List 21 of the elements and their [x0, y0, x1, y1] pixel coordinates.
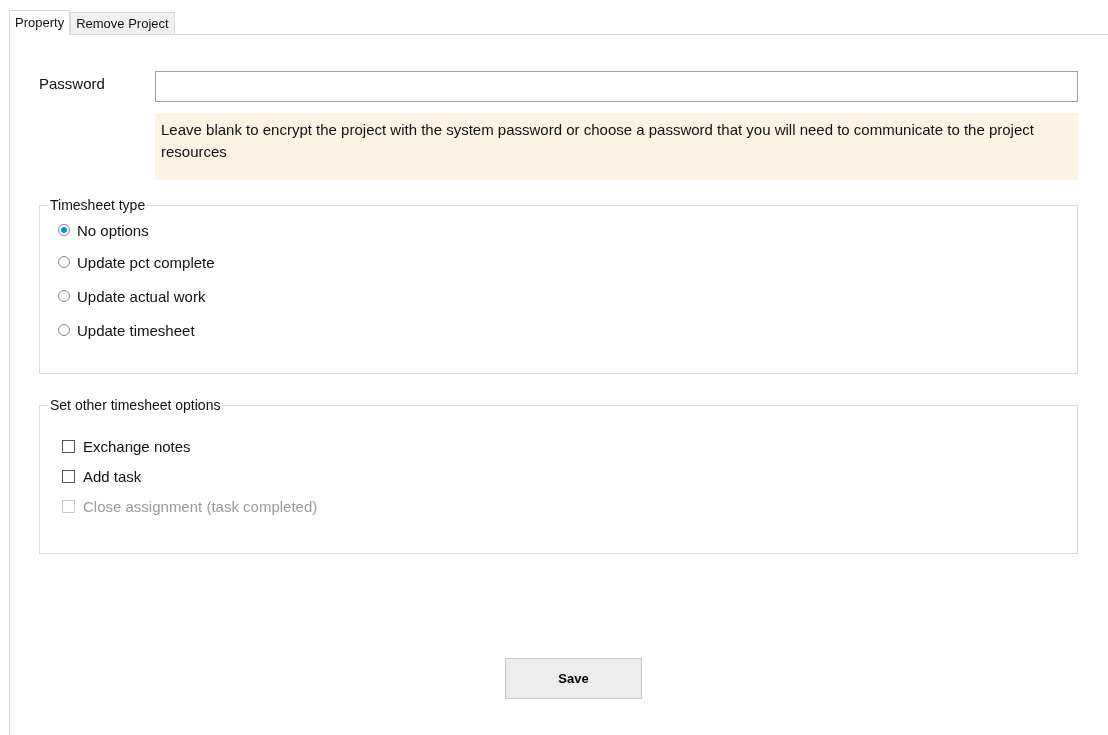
tab[interactable]: Remove Project	[70, 12, 175, 34]
group-title: Timesheet type	[49, 197, 147, 213]
tab[interactable]: Property	[9, 10, 71, 35]
checkbox[interactable]	[62, 469, 75, 483]
password-hint: Leave blank to encrypt the project with the system password or choose a password that you will need to communicate to the project resources	[155, 113, 1078, 180]
radio-label: No options	[77, 221, 149, 239]
checkbox[interactable]	[62, 439, 75, 453]
radio-button[interactable]	[58, 256, 70, 268]
radio-button[interactable]	[58, 224, 70, 236]
radio-label: Update actual work	[77, 287, 206, 305]
radio-button[interactable]	[58, 324, 70, 336]
checkbox-label: Add task	[83, 467, 142, 485]
group-title: Set other timesheet options	[49, 397, 222, 413]
radio-label: Update timesheet	[77, 321, 195, 339]
radio-button[interactable]	[58, 290, 70, 302]
save-button[interactable]: Save	[505, 658, 642, 699]
radio-label: Update pct complete	[77, 253, 215, 271]
password-label: Password	[39, 75, 106, 92]
checkbox-label: Close assignment (task completed)	[83, 497, 318, 515]
password-field[interactable]	[155, 71, 1078, 102]
checkbox-label: Exchange notes	[83, 437, 191, 455]
